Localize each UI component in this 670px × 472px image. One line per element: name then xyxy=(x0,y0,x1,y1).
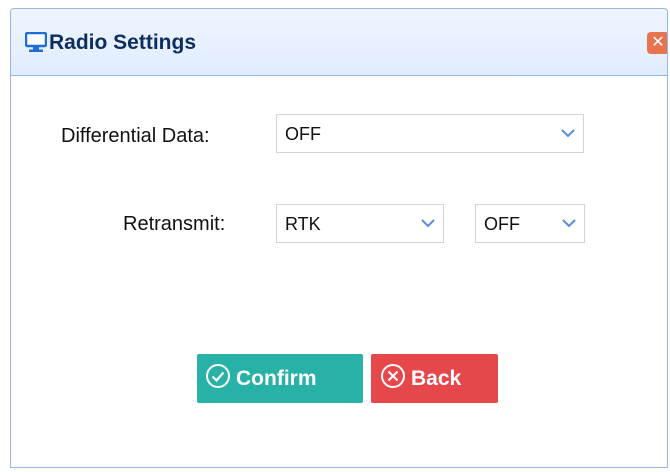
retransmit-state-select[interactable]: OFF xyxy=(475,204,585,243)
retransmit-mode-value: RTK xyxy=(285,214,321,234)
confirm-label: Confirm xyxy=(236,366,317,390)
dialog-titlebar: Radio Settings ✕ xyxy=(11,9,667,76)
chevron-down-icon xyxy=(413,205,443,242)
close-button[interactable]: ✕ xyxy=(647,32,667,54)
retransmit-label: Retransmit: xyxy=(123,213,226,235)
differential-data-label: Differential Data: xyxy=(61,125,210,147)
chevron-down-icon xyxy=(553,115,583,152)
check-circle-icon xyxy=(205,363,236,395)
close-icon: ✕ xyxy=(651,34,665,51)
monitor-icon xyxy=(24,31,48,52)
differential-data-value: OFF xyxy=(285,124,321,144)
differential-data-select[interactable]: OFF xyxy=(276,114,584,153)
back-button[interactable]: Back xyxy=(371,354,498,403)
radio-settings-dialog: Radio Settings ✕ Differential Data: OFF … xyxy=(10,8,668,468)
back-label: Back xyxy=(411,366,462,390)
chevron-down-icon xyxy=(554,205,584,242)
retransmit-mode-select[interactable]: RTK xyxy=(276,204,444,243)
dialog-title: Radio Settings xyxy=(49,31,197,54)
confirm-button[interactable]: Confirm xyxy=(197,354,363,403)
x-circle-icon xyxy=(380,363,411,395)
retransmit-state-value: OFF xyxy=(484,214,520,234)
